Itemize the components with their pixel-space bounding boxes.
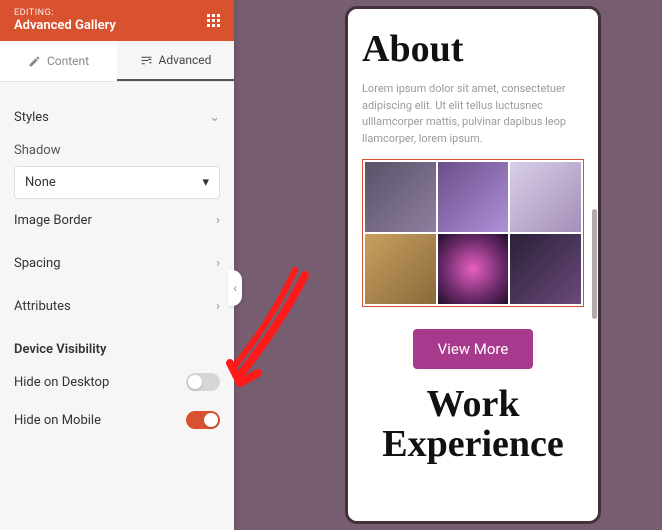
section-attributes[interactable]: Attributes ›	[14, 285, 220, 328]
editing-label: EDITING:	[14, 8, 116, 18]
section-image-border-label: Image Border	[14, 213, 92, 228]
hide-mobile-label: Hide on Mobile	[14, 413, 101, 428]
section-spacing[interactable]: Spacing ›	[14, 242, 220, 285]
chevron-right-icon: ›	[216, 256, 220, 271]
shadow-select[interactable]: None ▾	[14, 166, 220, 199]
gallery-block[interactable]	[362, 159, 584, 307]
section-styles-label: Styles	[14, 110, 49, 125]
chevron-right-icon: ›	[216, 213, 220, 228]
scrollbar-thumb[interactable]	[592, 209, 597, 319]
gallery-thumb[interactable]	[510, 234, 581, 304]
editor-sidebar: EDITING: Advanced Gallery Content Advanc…	[0, 0, 234, 530]
mobile-preview: About Lorem ipsum dolor sit amet, consec…	[345, 6, 601, 524]
block-name: Advanced Gallery	[14, 18, 116, 33]
chevron-right-icon: ›	[216, 299, 220, 314]
sliders-icon	[140, 54, 153, 67]
shadow-value: None	[25, 175, 56, 190]
gallery-thumb[interactable]	[365, 162, 436, 232]
tab-advanced[interactable]: Advanced	[117, 41, 234, 81]
drag-handle-icon[interactable]	[207, 14, 220, 27]
sidebar-header: EDITING: Advanced Gallery	[0, 0, 234, 41]
gallery-thumb[interactable]	[365, 234, 436, 304]
section-spacing-label: Spacing	[14, 256, 61, 271]
section-image-border[interactable]: Image Border ›	[14, 199, 220, 242]
view-more-button[interactable]: View More	[413, 329, 533, 369]
work-heading: Work Experience	[362, 385, 584, 465]
hide-desktop-label: Hide on Desktop	[14, 375, 109, 390]
sidebar-collapse-handle[interactable]: ‹	[228, 270, 242, 306]
tab-bar: Content Advanced	[0, 41, 234, 82]
gallery-thumb[interactable]	[438, 162, 509, 232]
gallery-thumb[interactable]	[510, 162, 581, 232]
tab-content-label: Content	[47, 54, 89, 68]
panel-advanced: Styles ⌄ Shadow None ▾ Image Border › Sp…	[0, 82, 234, 453]
about-text: Lorem ipsum dolor sit amet, consectetuer…	[362, 81, 584, 147]
about-heading: About	[362, 27, 584, 71]
chevron-left-icon: ‹	[233, 281, 237, 295]
gallery-thumb[interactable]	[438, 234, 509, 304]
hide-desktop-row: Hide on Desktop	[14, 363, 220, 401]
hide-desktop-toggle[interactable]	[186, 373, 220, 391]
shadow-label: Shadow	[14, 139, 220, 166]
hide-mobile-row: Hide on Mobile	[14, 401, 220, 439]
tab-advanced-label: Advanced	[159, 53, 212, 67]
section-styles[interactable]: Styles ⌄	[14, 96, 220, 139]
device-visibility-heading: Device Visibility	[14, 328, 220, 363]
caret-down-icon: ▾	[202, 175, 209, 190]
hide-mobile-toggle[interactable]	[186, 411, 220, 429]
section-attributes-label: Attributes	[14, 299, 71, 314]
tab-content[interactable]: Content	[0, 41, 117, 81]
chevron-down-icon: ⌄	[209, 110, 220, 125]
pencil-icon	[28, 55, 41, 68]
